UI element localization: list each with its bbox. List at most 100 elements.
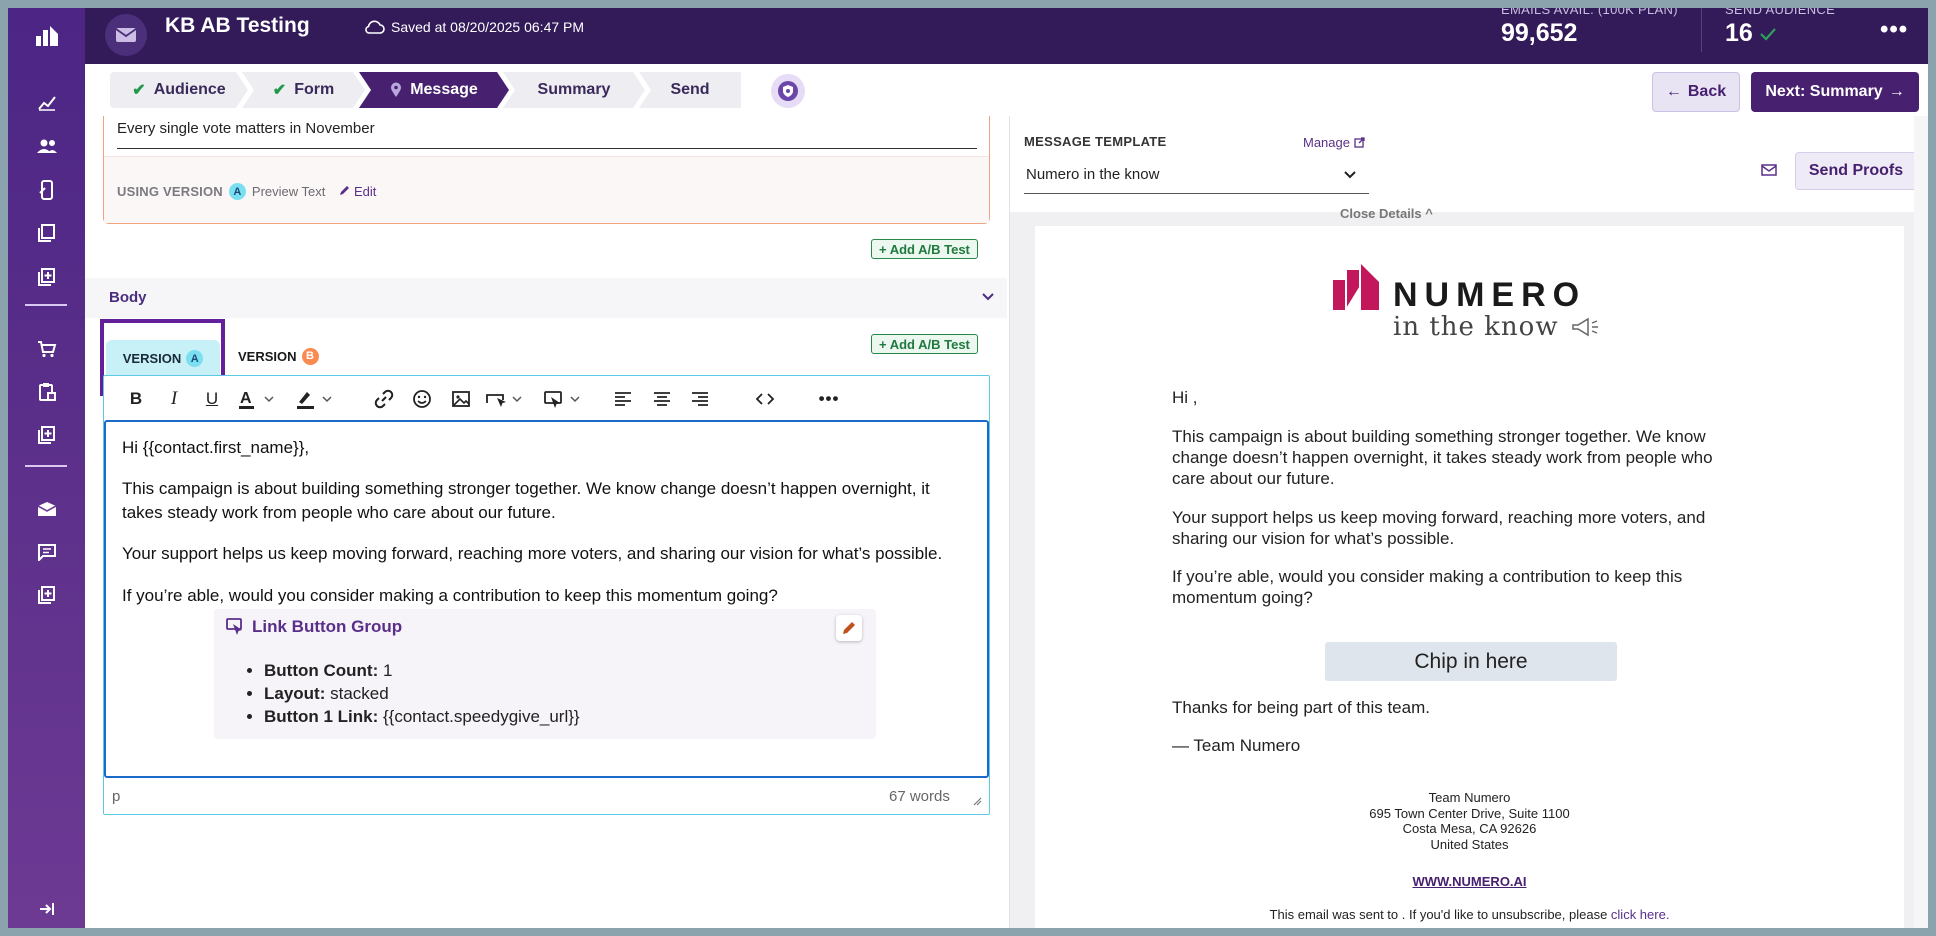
edit-block-button[interactable]	[836, 615, 862, 641]
next-summary-button[interactable]: Next: Summary →	[1751, 72, 1919, 112]
editor-paragraph: This campaign is about building somethin…	[122, 479, 930, 522]
manage-link[interactable]: Manage	[1303, 135, 1365, 150]
version-b-badge: B	[301, 347, 319, 365]
logo-icon[interactable]	[8, 8, 85, 64]
preview-text-value[interactable]: Every single vote matters in November	[117, 120, 375, 137]
chevron-down-icon	[1344, 171, 1356, 179]
email-icon[interactable]	[8, 495, 85, 523]
list-item: Layout: stacked	[264, 684, 580, 704]
chip-in-button[interactable]: Chip in here	[1325, 642, 1617, 681]
add-template-icon[interactable]	[8, 581, 85, 609]
pencil-icon	[340, 186, 350, 195]
align-right-icon[interactable]	[688, 387, 712, 411]
logo-word: NUMERO	[1393, 276, 1587, 314]
word-count[interactable]: 67 words	[889, 788, 950, 805]
preview-panel: MESSAGE TEMPLATE Manage Numero in the kn…	[1009, 116, 1928, 928]
link-button-group-title: Link Button Group	[252, 617, 403, 636]
italic-icon[interactable]: I	[162, 387, 186, 411]
link-button-group-block[interactable]: Link Button Group Button Count: 1 Layout…	[214, 609, 876, 739]
chat-icon[interactable]	[8, 538, 85, 566]
analytics-icon[interactable]	[8, 88, 85, 116]
cloud-icon	[365, 20, 385, 34]
rich-text-editor: B I U A ••• Hi {{contact.first_name}}, T…	[103, 375, 990, 815]
element-path[interactable]: p	[112, 788, 120, 805]
chevron-down-icon[interactable]	[980, 288, 996, 304]
close-details-toggle[interactable]: Close Details ^	[1340, 206, 1433, 221]
field-name: Preview Text	[251, 184, 326, 199]
check-icon: ✔	[132, 82, 146, 99]
email-paragraph: This campaign is about building somethin…	[1172, 426, 1713, 488]
emails-available-label: EMAILS AVAIL. (100K PLAN)	[1501, 8, 1678, 17]
body-section-header[interactable]: Body	[85, 278, 1007, 318]
source-code-icon[interactable]	[753, 387, 777, 411]
step-audience[interactable]: ✔ Audience	[110, 72, 248, 108]
back-label: Back	[1687, 83, 1727, 100]
top-bar: KB AB Testing Saved at 08/20/2025 06:47 …	[85, 8, 1928, 64]
link-icon[interactable]	[372, 387, 396, 411]
mobile-icon[interactable]	[8, 176, 85, 204]
version-b-tab[interactable]: VERSION B	[238, 344, 319, 368]
more-tools-icon[interactable]: •••	[817, 387, 841, 411]
location-pin-icon	[390, 82, 402, 98]
mail-icon	[1761, 164, 1777, 176]
link-button-group-details: Button Count: 1 Layout: stacked Button 1…	[264, 661, 580, 730]
more-options-icon[interactable]: •••	[1880, 16, 1908, 44]
scrollbar-track[interactable]	[1914, 116, 1928, 928]
version-a-badge: A	[228, 183, 246, 200]
campaign-title[interactable]: KB AB Testing	[165, 14, 310, 38]
step-label: Form	[294, 81, 335, 98]
pages-icon[interactable]	[8, 219, 85, 247]
underline-icon[interactable]: U	[200, 387, 224, 411]
editor-greeting: Hi {{contact.first_name}},	[122, 438, 310, 457]
campaign-email-icon	[105, 14, 147, 56]
website-link[interactable]: WWW.NUMERO.AI	[1035, 874, 1904, 889]
add-page-icon[interactable]	[8, 263, 85, 291]
unsubscribe-link[interactable]: click here.	[1611, 907, 1670, 922]
add-box-icon[interactable]	[8, 421, 85, 449]
send-proofs-button[interactable]: Send Proofs	[1795, 152, 1917, 190]
message-template-select[interactable]: Numero in the know	[1024, 162, 1369, 194]
link-button-group-icon[interactable]	[542, 387, 586, 411]
emoji-icon[interactable]	[410, 387, 434, 411]
preview-text-card: Every single vote matters in November US…	[103, 116, 990, 224]
list-item: Button 1 Link: {{contact.speedygive_url}…	[264, 707, 580, 727]
editor-column: Every single vote matters in November US…	[85, 116, 1007, 928]
step-form[interactable]: ✔ Form	[242, 72, 365, 108]
send-audience-stat: SEND AUDIENCE 16	[1725, 8, 1835, 48]
cart-icon[interactable]	[8, 335, 85, 363]
email-thanks: Thanks for being part of this team.	[1172, 698, 1430, 717]
bold-icon[interactable]: B	[124, 387, 148, 411]
email-body: Hi , This campaign is about building som…	[1172, 388, 1742, 627]
emails-available-stat: EMAILS AVAIL. (100K PLAN) 99,652	[1501, 8, 1678, 48]
step-send[interactable]: Send	[639, 72, 741, 108]
collapse-icon[interactable]	[8, 895, 85, 923]
address-line: Costa Mesa, CA 92626	[1402, 821, 1537, 837]
editor-statusbar: p 67 words	[104, 778, 989, 814]
send-audience-label: SEND AUDIENCE	[1725, 8, 1836, 17]
add-ab-test-button[interactable]: + Add A/B Test	[871, 239, 978, 259]
using-version-label: USING VERSION	[117, 184, 223, 199]
email-signature: — Team Numero	[1172, 736, 1301, 755]
pencil-icon	[843, 622, 855, 634]
image-icon[interactable]	[449, 387, 473, 411]
shield-icon	[778, 81, 798, 101]
step-label: Audience	[153, 81, 226, 98]
list-item: Button Count: 1	[264, 661, 580, 681]
edit-link[interactable]: Edit	[339, 184, 376, 199]
button-insert-icon[interactable]	[484, 387, 528, 411]
editor-toolbar: B I U A •••	[104, 376, 989, 421]
step-summary[interactable]: Summary	[503, 72, 645, 108]
contacts-icon[interactable]	[8, 132, 85, 160]
back-button[interactable]: ← Back	[1652, 72, 1740, 112]
text-color-icon[interactable]: A	[235, 387, 281, 411]
save-status: Saved at 08/20/2025 06:47 PM	[363, 19, 584, 35]
emails-available-value: 99,652	[1501, 19, 1578, 47]
align-center-icon[interactable]	[650, 387, 674, 411]
highlight-color-icon[interactable]	[293, 387, 339, 411]
resize-grip-icon[interactable]	[972, 796, 982, 806]
align-left-icon[interactable]	[611, 387, 635, 411]
step-message[interactable]: Message	[359, 72, 509, 108]
clipboard-icon[interactable]	[8, 378, 85, 406]
add-ab-test-button[interactable]: + Add A/B Test	[871, 334, 978, 354]
compliance-shield-button[interactable]	[771, 74, 805, 108]
